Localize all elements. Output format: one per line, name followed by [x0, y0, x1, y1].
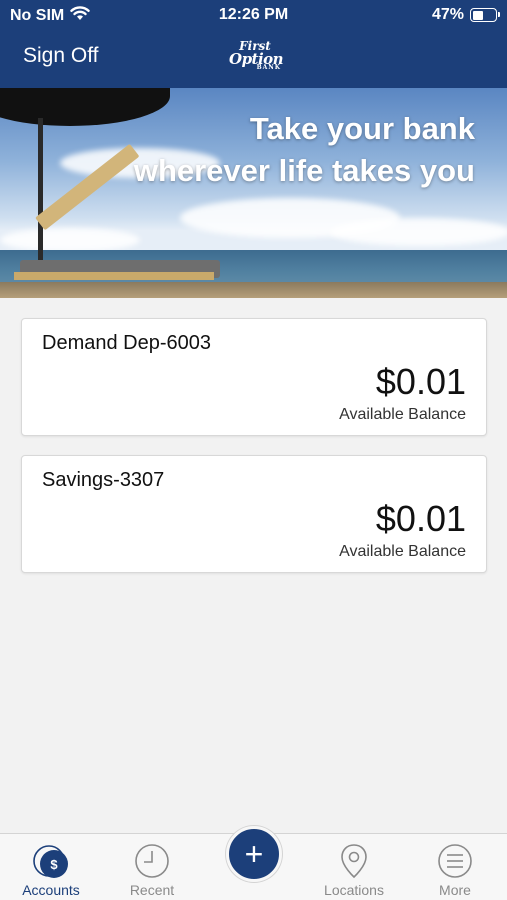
bank-logo: First Option BANK — [229, 40, 284, 74]
promo-banner: Take your bank wherever life takes you — [0, 88, 507, 298]
battery-icon — [470, 8, 500, 22]
banner-headline: Take your bank wherever life takes you — [134, 108, 475, 192]
banner-headline-line2: wherever life takes you — [133, 153, 475, 188]
add-button[interactable]: + — [226, 826, 282, 882]
balance-label: Available Balance — [339, 543, 466, 560]
account-name: Demand Dep-6003 — [42, 332, 211, 354]
lounge-chair-frame — [14, 272, 214, 280]
status-bar: No SIM 12:26 PM 47% — [0, 0, 507, 32]
account-balance: $0.01 — [375, 361, 466, 402]
top-header: No SIM 12:26 PM 47% Sign Off First Optio… — [0, 0, 507, 88]
account-card-demand[interactable]: Demand Dep-6003 $0.01 Available Balance — [21, 318, 487, 436]
svg-text:$: $ — [50, 857, 58, 872]
nav-bar: Sign Off First Option BANK — [0, 32, 507, 88]
location-pin-icon — [339, 842, 369, 885]
banner-headline-line1: Take your bank — [249, 111, 475, 146]
cloud-shape — [0, 228, 140, 252]
tab-accounts[interactable]: $ Accounts — [6, 834, 96, 900]
tab-recent[interactable]: Recent — [107, 834, 197, 900]
account-balance: $0.01 — [375, 498, 466, 539]
cloud-shape — [330, 218, 507, 246]
tab-locations-label: Locations — [324, 882, 384, 898]
clock-icon — [133, 842, 171, 885]
umbrella-pole — [38, 118, 43, 268]
account-list: Demand Dep-6003 $0.01 Available Balance … — [21, 318, 487, 592]
status-time: 12:26 PM — [218, 6, 289, 23]
battery-percent: 47% — [431, 6, 464, 23]
menu-icon — [436, 842, 474, 885]
account-name: Savings-3307 — [42, 469, 165, 491]
tab-more-label: More — [439, 882, 471, 898]
plus-icon: + — [244, 836, 264, 872]
battery-fill — [472, 10, 483, 20]
sign-off-button[interactable]: Sign Off — [23, 44, 99, 68]
account-card-savings[interactable]: Savings-3307 $0.01 Available Balance — [21, 455, 487, 573]
tab-locations[interactable]: Locations — [309, 834, 399, 900]
tab-accounts-label: Accounts — [22, 882, 80, 898]
tab-recent-label: Recent — [129, 882, 175, 898]
battery-status: 47% — [431, 6, 500, 24]
tab-more[interactable]: More — [410, 834, 500, 900]
balance-label: Available Balance — [339, 406, 466, 423]
accounts-icon: $ — [31, 842, 71, 887]
sand — [0, 282, 507, 298]
